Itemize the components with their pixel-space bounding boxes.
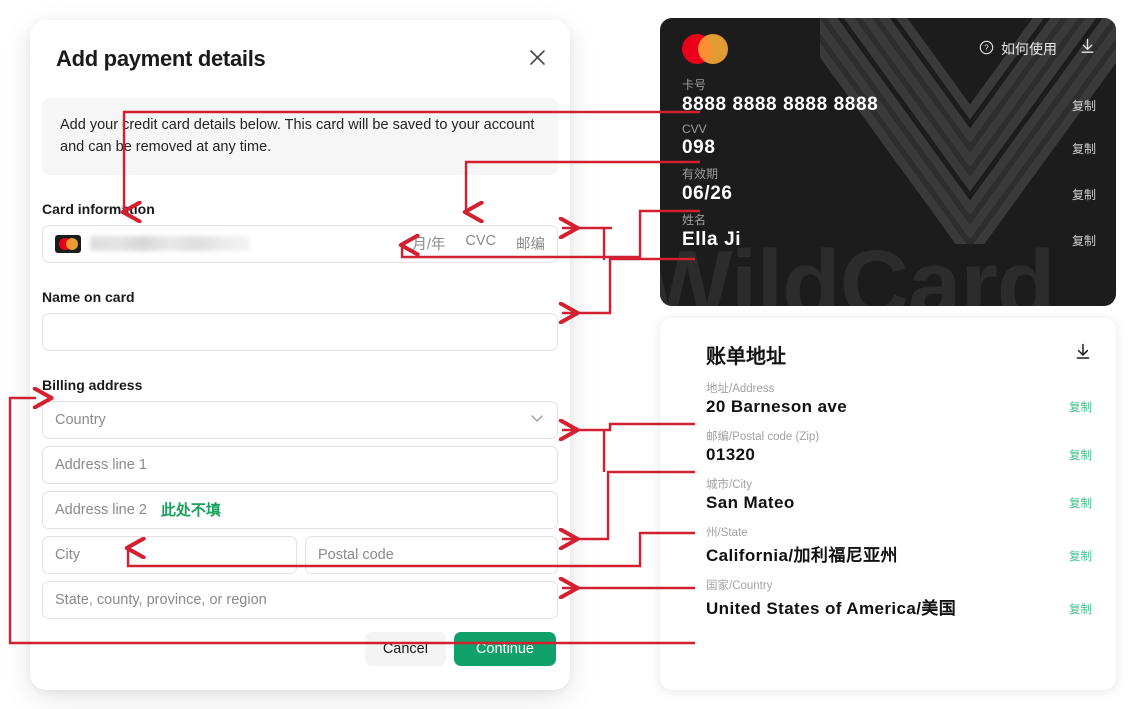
cvv-value: 098 [682,137,716,158]
expiry-value: 06/26 [682,183,733,204]
state-value: California/加利福尼亚州 [706,546,898,565]
copy-country-button[interactable]: 复制 [1069,601,1092,617]
billing-field-row: 国家/Country United States of America/美国 复… [706,577,1092,619]
postal-code-placeholder: Postal code [318,546,394,563]
billing-field-row: 城市/City San Mateo 复制 [706,476,1092,513]
mastercard-icon [55,234,81,253]
add-payment-details-modal: Add payment details Add your credit card… [30,20,570,690]
virtual-card-content: ? 如何使用 卡号 8888 8888 8888 8888 复制 CVV 098… [660,18,1116,306]
how-to-use-button[interactable]: ? 如何使用 [979,39,1057,59]
virtual-card-header: ? 如何使用 [682,34,1096,64]
card-number-input[interactable]: 月/年 CVC 邮编 [42,224,558,263]
billing-address-panel: 账单地址 地址/Address 20 Barneson ave 复制 邮编/Po… [660,318,1116,690]
cvc-hint[interactable]: CVC [465,233,496,254]
address-value: 20 Barneson ave [706,397,848,416]
city-placeholder: City [55,546,80,563]
info-notice: Add your credit card details below. This… [42,98,558,175]
cardholder-name-value: Ella Ji [682,229,742,250]
state-label: 州/State [706,527,748,539]
svg-text:?: ? [984,44,989,53]
card-number-masked-value [90,236,250,252]
postal-code-value: 01320 [706,445,756,464]
name-on-card-label: Name on card [42,288,135,305]
card-field-row: 卡号 8888 8888 8888 8888 复制 [682,76,1096,116]
country-label: 国家/Country [706,580,773,592]
address-line-1-input[interactable]: Address line 1 [42,445,558,484]
close-icon[interactable] [524,44,550,70]
state-placeholder: State, county, province, or region [55,591,267,608]
page-title: Add payment details [56,46,266,71]
postal-code-label: 邮编/Postal code (Zip) [706,431,820,443]
address-line-2-note: 此处不填 [160,502,221,520]
virtual-card-header-actions: ? 如何使用 [979,38,1096,60]
card-field-row: 有效期 06/26 复制 [682,165,1096,205]
billing-panel-header: 账单地址 [706,340,1092,369]
address-label: 地址/Address [706,383,775,395]
name-on-card-input[interactable] [42,312,558,351]
modal-actions: Cancel Continue [364,632,556,666]
copy-cvv-button[interactable]: 复制 [1072,140,1096,157]
country-value: United States of America/美国 [706,599,957,618]
card-field-row: 姓名 Ella Ji 复制 [682,211,1096,251]
city-value: San Mateo [706,493,795,512]
download-icon[interactable] [1079,38,1096,60]
card-number-label: 卡号 [682,78,707,92]
billing-field-row: 邮编/Postal code (Zip) 01320 复制 [706,428,1092,465]
city-label: 城市/City [706,479,752,491]
copy-address-button[interactable]: 复制 [1069,399,1092,415]
mastercard-icon [682,34,728,64]
copy-state-button[interactable]: 复制 [1069,548,1092,564]
copy-expiry-button[interactable]: 复制 [1072,186,1096,203]
card-information-label: Card information [42,200,155,217]
country-placeholder: Country [55,411,106,428]
expiry-label: 有效期 [682,167,719,181]
cvv-label: CVV [682,122,707,136]
address-line-1-placeholder: Address line 1 [55,456,147,473]
copy-cardholder-name-button[interactable]: 复制 [1072,232,1096,249]
copy-postal-code-button[interactable]: 复制 [1069,447,1092,463]
postal-code-input[interactable]: Postal code [305,535,558,574]
address-line-2-input[interactable]: Address line 2 此处不填 [42,490,558,529]
copy-card-number-button[interactable]: 复制 [1072,97,1096,114]
modal-header: Add payment details [30,20,570,72]
country-select[interactable]: Country [42,400,558,439]
billing-field-row: 地址/Address 20 Barneson ave 复制 [706,380,1092,417]
cardholder-name-label: 姓名 [682,213,707,227]
address-line-2-placeholder: Address line 2 [55,501,147,518]
virtual-card-fields: 卡号 8888 8888 8888 8888 复制 CVV 098 复制 有效期… [682,76,1096,251]
cancel-button[interactable]: Cancel [364,632,446,666]
continue-button[interactable]: Continue [453,632,556,666]
virtual-card-panel: WildCard ? 如何使用 卡号 8888 8888 8888 8888 复… [660,18,1116,306]
zip-hint[interactable]: 邮编 [516,233,545,254]
download-icon[interactable] [1074,343,1092,366]
billing-address-label: Billing address [42,376,143,393]
state-input[interactable]: State, county, province, or region [42,580,558,619]
card-number-value: 8888 8888 8888 8888 [682,94,879,115]
card-extra-hints: 月/年 CVC 邮编 [412,233,545,254]
screenshot-root: Add payment details Add your credit card… [0,0,1134,709]
city-postal-row: City Postal code [42,535,558,574]
city-input[interactable]: City [42,535,297,574]
copy-city-button[interactable]: 复制 [1069,495,1092,511]
chevron-down-icon [529,410,545,430]
billing-field-row: 州/State California/加利福尼亚州 复制 [706,524,1092,566]
card-field-row: CVV 098 复制 [682,122,1096,159]
billing-panel-title: 账单地址 [706,346,786,368]
expiry-hint[interactable]: 月/年 [412,233,445,254]
question-circle-icon: ? [979,40,994,58]
how-to-use-label: 如何使用 [1001,41,1057,57]
